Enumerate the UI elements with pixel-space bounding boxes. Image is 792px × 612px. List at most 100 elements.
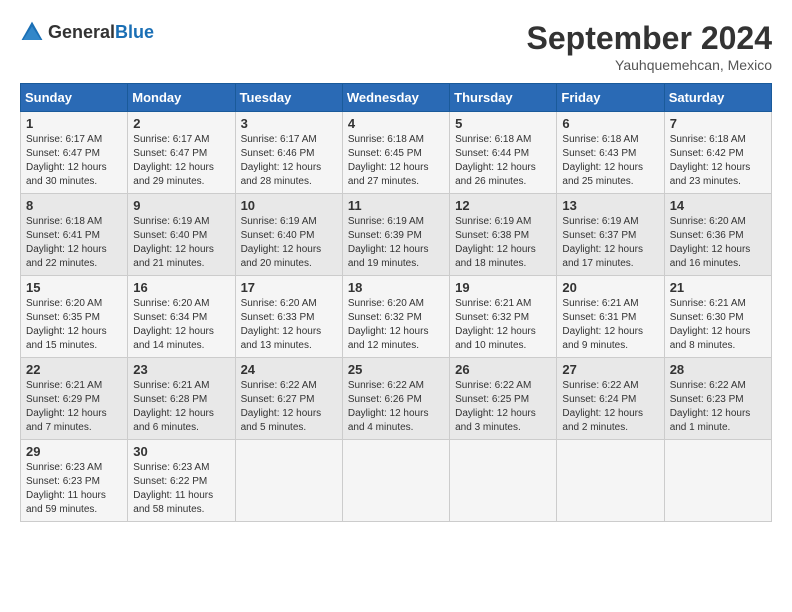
- day-cell-15: 15 Sunrise: 6:20 AMSunset: 6:35 PMDayligh…: [21, 276, 128, 358]
- day-info: Sunrise: 6:19 AMSunset: 6:38 PMDaylight:…: [455, 215, 551, 271]
- day-number: 22: [26, 362, 122, 377]
- header: GeneralBlue September 2024 Yauhquemehcan…: [20, 20, 772, 73]
- day-cell-10: 10Sunrise: 6:19 AMSunset: 6:40 PMDayligh…: [235, 194, 342, 276]
- day-cell-21: 21 Sunrise: 6:21 AMSunset: 6:30 PMDayligh…: [664, 276, 771, 358]
- day-info: Sunrise: 6:20 AMSunset: 6:33 PMDaylight:…: [241, 297, 337, 353]
- day-number: 4: [348, 116, 444, 131]
- day-info: Sunrise: 6:20 AMSunset: 6:35 PMDaylight:…: [26, 297, 122, 353]
- day-cell-8: 8 Sunrise: 6:18 AMSunset: 6:41 PMDaylight…: [21, 194, 128, 276]
- header-cell-wednesday: Wednesday: [342, 84, 449, 112]
- day-info: Sunrise: 6:22 AMSunset: 6:25 PMDaylight:…: [455, 379, 551, 435]
- day-info: Sunrise: 6:17 AMSunset: 6:46 PMDaylight:…: [241, 133, 337, 189]
- day-cell-5: 5 Sunrise: 6:18 AMSunset: 6:44 PMDaylight…: [450, 112, 557, 194]
- day-cell-2: 2 Sunrise: 6:17 AMSunset: 6:47 PMDaylight…: [128, 112, 235, 194]
- day-info: Sunrise: 6:20 AMSunset: 6:34 PMDaylight:…: [133, 297, 229, 353]
- day-cell-20: 20 Sunrise: 6:21 AMSunset: 6:31 PMDayligh…: [557, 276, 664, 358]
- header-cell-saturday: Saturday: [664, 84, 771, 112]
- day-number: 2: [133, 116, 229, 131]
- empty-cell: [342, 440, 449, 522]
- day-cell-17: 17Sunrise: 6:20 AMSunset: 6:33 PMDayligh…: [235, 276, 342, 358]
- day-cell-13: 13 Sunrise: 6:19 AMSunset: 6:37 PMDayligh…: [557, 194, 664, 276]
- day-info: Sunrise: 6:23 AMSunset: 6:23 PMDaylight:…: [26, 461, 122, 517]
- day-number: 14: [670, 198, 766, 213]
- day-number: 8: [26, 198, 122, 213]
- day-cell-16: 16Sunrise: 6:20 AMSunset: 6:34 PMDayligh…: [128, 276, 235, 358]
- day-info: Sunrise: 6:22 AMSunset: 6:27 PMDaylight:…: [241, 379, 337, 435]
- day-info: Sunrise: 6:21 AMSunset: 6:32 PMDaylight:…: [455, 297, 551, 353]
- day-number: 26: [455, 362, 551, 377]
- calendar-table: SundayMondayTuesdayWednesdayThursdayFrid…: [20, 83, 772, 522]
- empty-cell: [235, 440, 342, 522]
- day-info: Sunrise: 6:21 AMSunset: 6:31 PMDaylight:…: [562, 297, 658, 353]
- title-area: September 2024 Yauhquemehcan, Mexico: [527, 20, 772, 73]
- week-row-3: 15 Sunrise: 6:20 AMSunset: 6:35 PMDayligh…: [21, 276, 772, 358]
- day-number: 21: [670, 280, 766, 295]
- day-info: Sunrise: 6:18 AMSunset: 6:41 PMDaylight:…: [26, 215, 122, 271]
- day-number: 23: [133, 362, 229, 377]
- day-info: Sunrise: 6:19 AMSunset: 6:37 PMDaylight:…: [562, 215, 658, 271]
- day-cell-4: 4 Sunrise: 6:18 AMSunset: 6:45 PMDaylight…: [342, 112, 449, 194]
- day-info: Sunrise: 6:18 AMSunset: 6:44 PMDaylight:…: [455, 133, 551, 189]
- day-number: 30: [133, 444, 229, 459]
- day-number: 11: [348, 198, 444, 213]
- day-info: Sunrise: 6:17 AMSunset: 6:47 PMDaylight:…: [133, 133, 229, 189]
- day-number: 28: [670, 362, 766, 377]
- day-number: 29: [26, 444, 122, 459]
- day-cell-14: 14Sunrise: 6:20 AMSunset: 6:36 PMDayligh…: [664, 194, 771, 276]
- day-cell-19: 19 Sunrise: 6:21 AMSunset: 6:32 PMDayligh…: [450, 276, 557, 358]
- day-number: 12: [455, 198, 551, 213]
- day-cell-3: 3Sunrise: 6:17 AMSunset: 6:46 PMDaylight…: [235, 112, 342, 194]
- day-cell-29: 29 Sunrise: 6:23 AMSunset: 6:23 PMDayligh…: [21, 440, 128, 522]
- day-info: Sunrise: 6:19 AMSunset: 6:40 PMDaylight:…: [241, 215, 337, 271]
- week-row-2: 8 Sunrise: 6:18 AMSunset: 6:41 PMDaylight…: [21, 194, 772, 276]
- header-cell-monday: Monday: [128, 84, 235, 112]
- day-cell-12: 12 Sunrise: 6:19 AMSunset: 6:38 PMDayligh…: [450, 194, 557, 276]
- day-number: 13: [562, 198, 658, 213]
- empty-cell: [664, 440, 771, 522]
- logo-icon: [20, 20, 44, 44]
- day-cell-1: 1 Sunrise: 6:17 AMSunset: 6:47 PMDaylight…: [21, 112, 128, 194]
- header-cell-thursday: Thursday: [450, 84, 557, 112]
- day-info: Sunrise: 6:21 AMSunset: 6:30 PMDaylight:…: [670, 297, 766, 353]
- day-info: Sunrise: 6:19 AMSunset: 6:40 PMDaylight:…: [133, 215, 229, 271]
- day-info: Sunrise: 6:22 AMSunset: 6:24 PMDaylight:…: [562, 379, 658, 435]
- day-cell-27: 27 Sunrise: 6:22 AMSunset: 6:24 PMDayligh…: [557, 358, 664, 440]
- day-cell-25: 25Sunrise: 6:22 AMSunset: 6:26 PMDayligh…: [342, 358, 449, 440]
- week-row-5: 29 Sunrise: 6:23 AMSunset: 6:23 PMDayligh…: [21, 440, 772, 522]
- day-number: 6: [562, 116, 658, 131]
- week-row-1: 1 Sunrise: 6:17 AMSunset: 6:47 PMDaylight…: [21, 112, 772, 194]
- empty-cell: [450, 440, 557, 522]
- day-number: 7: [670, 116, 766, 131]
- day-number: 27: [562, 362, 658, 377]
- day-cell-24: 24 Sunrise: 6:22 AMSunset: 6:27 PMDayligh…: [235, 358, 342, 440]
- header-cell-sunday: Sunday: [21, 84, 128, 112]
- header-row: SundayMondayTuesdayWednesdayThursdayFrid…: [21, 84, 772, 112]
- day-cell-11: 11Sunrise: 6:19 AMSunset: 6:39 PMDayligh…: [342, 194, 449, 276]
- day-info: Sunrise: 6:18 AMSunset: 6:42 PMDaylight:…: [670, 133, 766, 189]
- day-number: 1: [26, 116, 122, 131]
- day-number: 5: [455, 116, 551, 131]
- day-info: Sunrise: 6:18 AMSunset: 6:43 PMDaylight:…: [562, 133, 658, 189]
- empty-cell: [557, 440, 664, 522]
- day-number: 18: [348, 280, 444, 295]
- day-cell-22: 22Sunrise: 6:21 AMSunset: 6:29 PMDayligh…: [21, 358, 128, 440]
- day-number: 9: [133, 198, 229, 213]
- day-number: 24: [241, 362, 337, 377]
- day-cell-6: 6 Sunrise: 6:18 AMSunset: 6:43 PMDaylight…: [557, 112, 664, 194]
- day-cell-7: 7 Sunrise: 6:18 AMSunset: 6:42 PMDaylight…: [664, 112, 771, 194]
- header-cell-tuesday: Tuesday: [235, 84, 342, 112]
- day-number: 19: [455, 280, 551, 295]
- week-row-4: 22Sunrise: 6:21 AMSunset: 6:29 PMDayligh…: [21, 358, 772, 440]
- day-info: Sunrise: 6:17 AMSunset: 6:47 PMDaylight:…: [26, 133, 122, 189]
- day-info: Sunrise: 6:18 AMSunset: 6:45 PMDaylight:…: [348, 133, 444, 189]
- day-cell-9: 9 Sunrise: 6:19 AMSunset: 6:40 PMDaylight…: [128, 194, 235, 276]
- day-number: 20: [562, 280, 658, 295]
- logo-general: GeneralBlue: [48, 22, 154, 43]
- day-info: Sunrise: 6:21 AMSunset: 6:28 PMDaylight:…: [133, 379, 229, 435]
- day-cell-26: 26 Sunrise: 6:22 AMSunset: 6:25 PMDayligh…: [450, 358, 557, 440]
- day-info: Sunrise: 6:23 AMSunset: 6:22 PMDaylight:…: [133, 461, 229, 517]
- day-info: Sunrise: 6:22 AMSunset: 6:23 PMDaylight:…: [670, 379, 766, 435]
- day-number: 15: [26, 280, 122, 295]
- header-cell-friday: Friday: [557, 84, 664, 112]
- location-title: Yauhquemehcan, Mexico: [527, 57, 772, 73]
